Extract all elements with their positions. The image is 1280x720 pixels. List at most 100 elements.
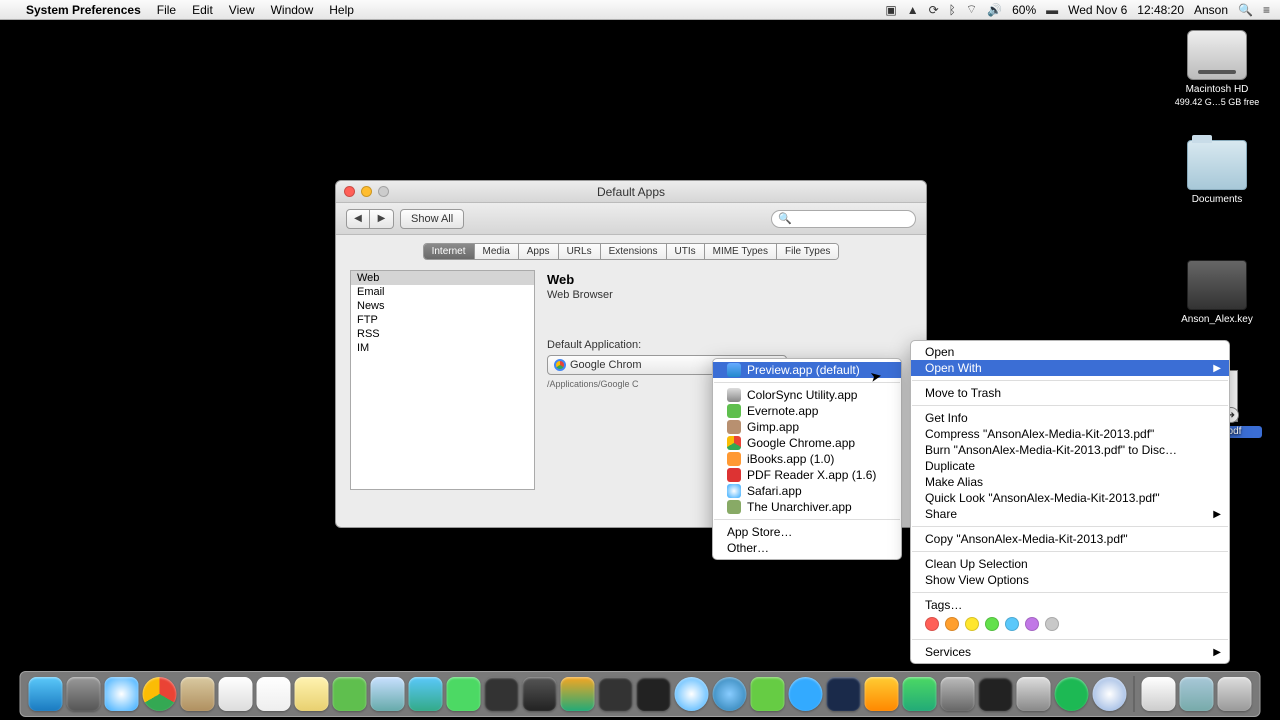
tag-yellow[interactable]: [965, 617, 979, 631]
dock-spotify[interactable]: [1055, 677, 1089, 711]
dock-mail[interactable]: [371, 677, 405, 711]
openwith-appstore[interactable]: App Store…: [713, 524, 901, 540]
openwith-item[interactable]: iBooks.app (1.0): [713, 451, 901, 467]
ctx-tags[interactable]: Tags…: [911, 597, 1229, 613]
bluetooth-icon[interactable]: ᛒ: [949, 3, 956, 17]
dock-launchpad[interactable]: [67, 677, 101, 711]
dock-app[interactable]: [1093, 677, 1127, 711]
dock-messages[interactable]: [409, 677, 443, 711]
dock-evernote[interactable]: [333, 677, 367, 711]
menu-window[interactable]: Window: [271, 3, 314, 17]
back-button[interactable]: ◀: [346, 209, 370, 229]
display-icon[interactable]: ▣: [885, 3, 896, 17]
tab-filetypes[interactable]: File Types: [777, 244, 838, 259]
ctx-services[interactable]: Services▶: [911, 644, 1229, 660]
menubar-date[interactable]: Wed Nov 6: [1068, 3, 1127, 17]
dock-reminders[interactable]: [219, 677, 253, 711]
dock-app[interactable]: [637, 677, 671, 711]
ctx-share[interactable]: Share▶: [911, 506, 1229, 522]
dock-app[interactable]: [485, 677, 519, 711]
menubar-user[interactable]: Anson: [1194, 3, 1228, 17]
openwith-item[interactable]: Evernote.app: [713, 403, 901, 419]
tab-apps[interactable]: Apps: [519, 244, 559, 259]
dock-app[interactable]: [523, 677, 557, 711]
dock-safari[interactable]: [105, 677, 139, 711]
openwith-item[interactable]: Gimp.app: [713, 419, 901, 435]
dock-calendar[interactable]: [257, 677, 291, 711]
dock-pages[interactable]: [865, 677, 899, 711]
notification-center-icon[interactable]: ≡: [1263, 3, 1270, 17]
menu-file[interactable]: File: [157, 3, 176, 17]
dock-notes[interactable]: [295, 677, 329, 711]
dock-chrome[interactable]: [143, 677, 177, 711]
search-input[interactable]: 🔍: [771, 210, 916, 228]
ctx-getinfo[interactable]: Get Info: [911, 410, 1229, 426]
desktop-documents[interactable]: Documents: [1172, 140, 1262, 206]
list-item[interactable]: IM: [351, 341, 534, 355]
dock-folder[interactable]: [1180, 677, 1214, 711]
tab-internet[interactable]: Internet: [424, 244, 475, 259]
dock-finder[interactable]: [29, 677, 63, 711]
dock-utorrent[interactable]: [751, 677, 785, 711]
desktop-keyfile[interactable]: Anson_Alex.key: [1172, 260, 1262, 326]
list-item[interactable]: Web: [351, 271, 534, 285]
openwith-other[interactable]: Other…: [713, 540, 901, 556]
dock-activitymonitor[interactable]: [979, 677, 1013, 711]
ctx-alias[interactable]: Make Alias: [911, 474, 1229, 490]
ctx-compress[interactable]: Compress "AnsonAlex-Media-Kit-2013.pdf": [911, 426, 1229, 442]
menu-view[interactable]: View: [229, 3, 255, 17]
tab-media[interactable]: Media: [475, 244, 519, 259]
openwith-item[interactable]: ColorSync Utility.app: [713, 387, 901, 403]
dock-diskutility[interactable]: [1017, 677, 1051, 711]
ctx-open[interactable]: Open: [911, 344, 1229, 360]
ctx-burn[interactable]: Burn "AnsonAlex-Media-Kit-2013.pdf" to D…: [911, 442, 1229, 458]
tag-orange[interactable]: [945, 617, 959, 631]
dock-numbers[interactable]: [903, 677, 937, 711]
ctx-quicklook[interactable]: Quick Look "AnsonAlex-Media-Kit-2013.pdf…: [911, 490, 1229, 506]
tag-red[interactable]: [925, 617, 939, 631]
menu-help[interactable]: Help: [329, 3, 354, 17]
openwith-item[interactable]: PDF Reader X.app (1.6): [713, 467, 901, 483]
desktop-hd[interactable]: Macintosh HD 499.42 G…5 GB free: [1172, 30, 1262, 108]
ctx-trash[interactable]: Move to Trash: [911, 385, 1229, 401]
timemachine-icon[interactable]: ⟳: [929, 3, 939, 17]
list-item[interactable]: FTP: [351, 313, 534, 327]
ctx-duplicate[interactable]: Duplicate: [911, 458, 1229, 474]
show-all-button[interactable]: Show All: [400, 209, 464, 229]
battery-percent[interactable]: 60%: [1012, 3, 1036, 17]
dock-facetime[interactable]: [447, 677, 481, 711]
tab-extensions[interactable]: Extensions: [601, 244, 667, 259]
ctx-cleanup[interactable]: Clean Up Selection: [911, 556, 1229, 572]
menu-edit[interactable]: Edit: [192, 3, 213, 17]
openwith-item[interactable]: Safari.app: [713, 483, 901, 499]
menubar-time[interactable]: 12:48:20: [1137, 3, 1184, 17]
dock-iphoto[interactable]: [561, 677, 595, 711]
openwith-item[interactable]: The Unarchiver.app: [713, 499, 901, 515]
ctx-copy[interactable]: Copy "AnsonAlex-Media-Kit-2013.pdf": [911, 531, 1229, 547]
dock-systemprefs[interactable]: [941, 677, 975, 711]
openwith-default[interactable]: Preview.app (default): [713, 362, 901, 378]
app-menu[interactable]: System Preferences: [26, 3, 141, 17]
dock-fcp[interactable]: [599, 677, 633, 711]
spotlight-icon[interactable]: 🔍: [1238, 3, 1253, 17]
dock-downloads[interactable]: [1142, 677, 1176, 711]
ctx-openwith[interactable]: Open With▶: [911, 360, 1229, 376]
wifi-icon[interactable]: ⌔: [966, 2, 977, 17]
tag-green[interactable]: [985, 617, 999, 631]
category-list[interactable]: Web Email News FTP RSS IM: [350, 270, 535, 490]
tag-gray[interactable]: [1045, 617, 1059, 631]
volume-icon[interactable]: 🔊: [987, 3, 1002, 17]
list-item[interactable]: News: [351, 299, 534, 313]
tab-utis[interactable]: UTIs: [667, 244, 705, 259]
airplay-icon[interactable]: ▲: [907, 3, 919, 17]
dock-itunes[interactable]: [675, 677, 709, 711]
battery-icon[interactable]: ▬: [1046, 3, 1058, 17]
dock-trash[interactable]: [1218, 677, 1252, 711]
tab-mime[interactable]: MIME Types: [705, 244, 777, 259]
titlebar[interactable]: Default Apps: [336, 181, 926, 203]
tab-urls[interactable]: URLs: [559, 244, 601, 259]
tag-blue[interactable]: [1005, 617, 1019, 631]
list-item[interactable]: Email: [351, 285, 534, 299]
dock-contacts[interactable]: [181, 677, 215, 711]
ctx-viewopts[interactable]: Show View Options: [911, 572, 1229, 588]
